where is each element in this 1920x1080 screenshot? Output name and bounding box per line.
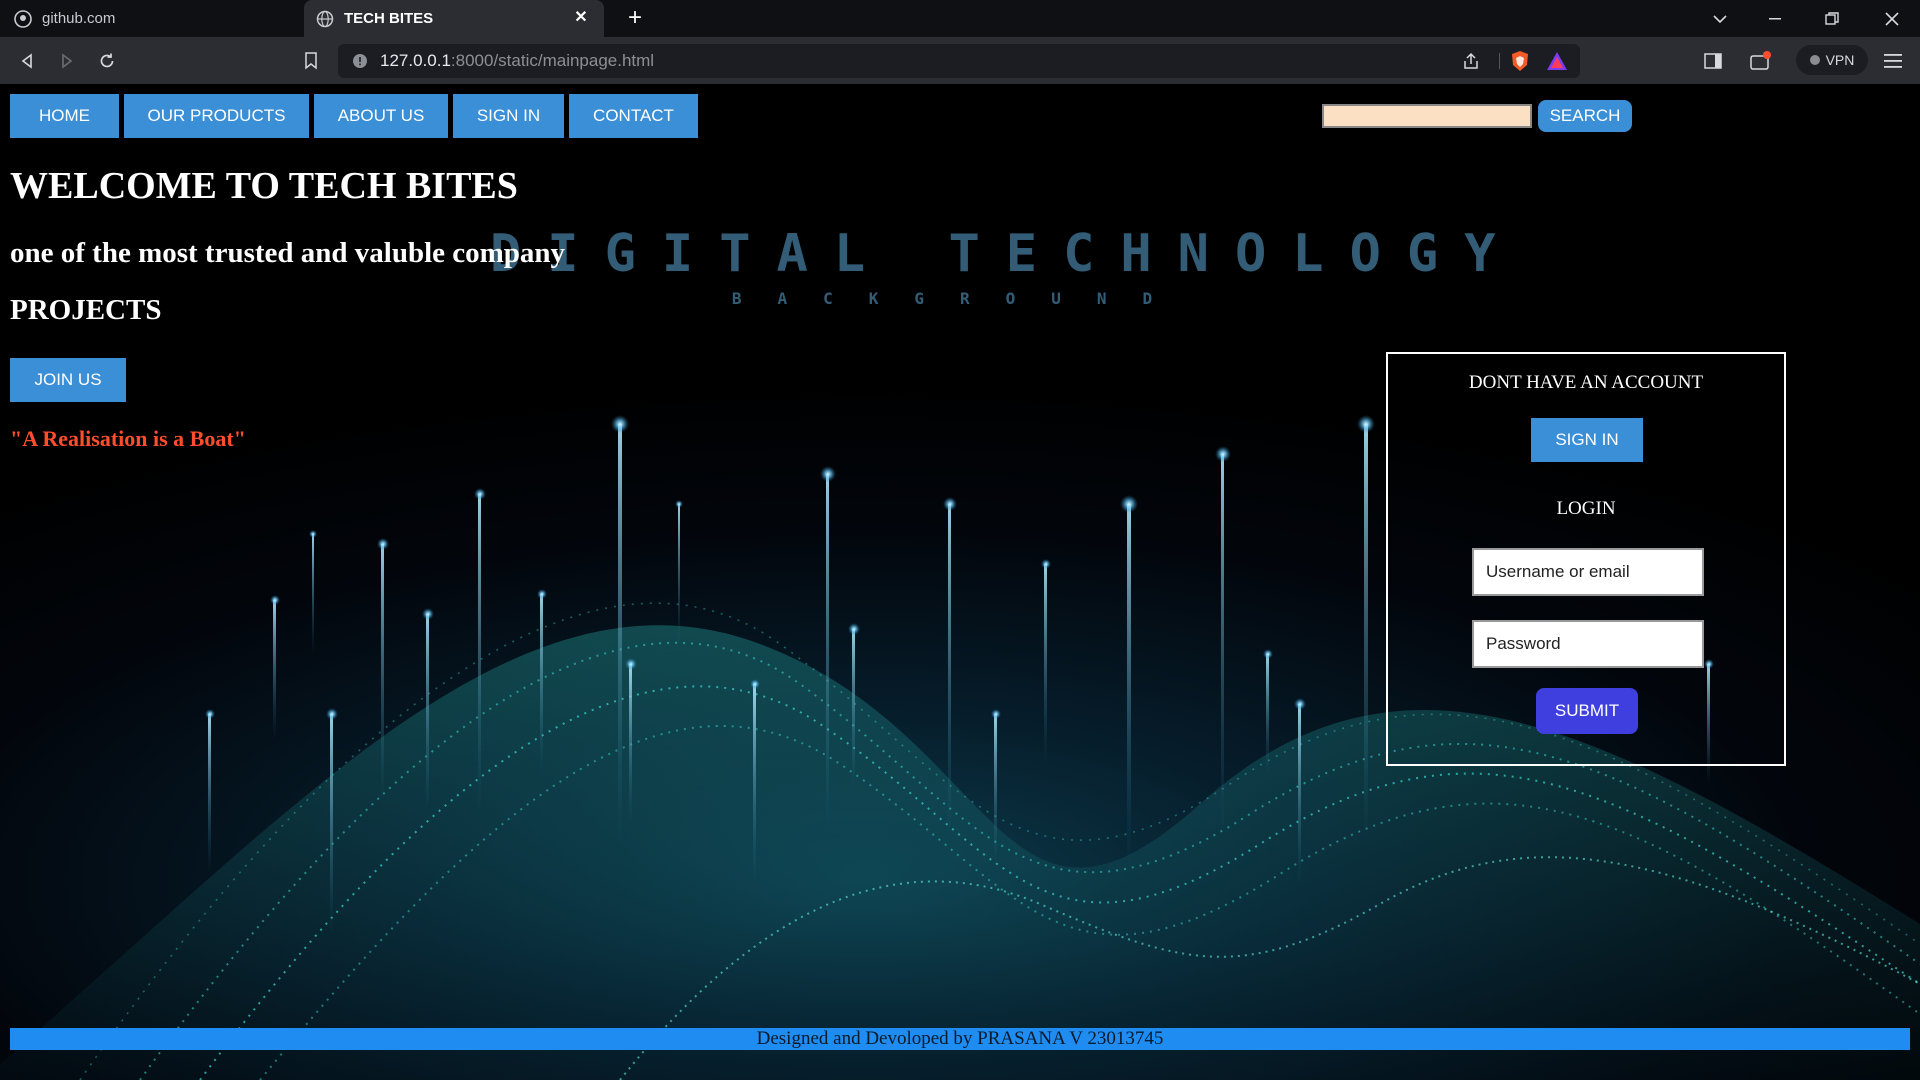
tab-github[interactable]: github.com	[0, 0, 300, 37]
bookmark-icon[interactable]	[296, 46, 326, 76]
reload-icon[interactable]	[92, 46, 122, 76]
github-icon	[14, 9, 32, 28]
footer-credit: Designed and Devoloped by PRASANA V 2301…	[10, 1028, 1910, 1050]
share-icon[interactable]	[1462, 52, 1480, 75]
main-nav: HOME OUR PRODUCTS ABOUT US SIGN IN CONTA…	[10, 94, 698, 138]
nav-contact[interactable]: CONTACT	[569, 94, 698, 138]
projects-heading: PROJECTS	[10, 294, 162, 326]
tab-list-chevron-icon[interactable]	[1694, 0, 1746, 37]
vpn-status-dot	[1809, 55, 1820, 65]
nav-about-us[interactable]: ABOUT US	[314, 94, 448, 138]
nav-our-products[interactable]: OUR PRODUCTS	[124, 94, 309, 138]
tab-title: github.com	[42, 10, 116, 27]
nav-sign-in[interactable]: SIGN IN	[453, 94, 564, 138]
submit-button[interactable]: SUBMIT	[1536, 688, 1638, 734]
panel-sign-in-button[interactable]: SIGN IN	[1531, 418, 1643, 462]
brave-rewards-icon[interactable]	[1546, 51, 1568, 76]
new-tab-button[interactable]: +	[621, 4, 649, 32]
tab-title: TECH BITES	[344, 10, 434, 27]
browser-tab-bar: github.com TECH BITES ✕ +	[0, 0, 1920, 37]
page-subtitle: one of the most trusted and valuble comp…	[10, 237, 566, 269]
login-panel: DONT HAVE AN ACCOUNT SIGN IN LOGIN Usern…	[1386, 352, 1786, 766]
search-input[interactable]	[1322, 104, 1532, 128]
wallet-icon[interactable]	[1746, 46, 1776, 76]
close-window-icon[interactable]	[1866, 0, 1918, 37]
vpn-button[interactable]: VPN	[1796, 45, 1868, 75]
username-field[interactable]: Username or email	[1472, 548, 1704, 596]
browser-toolbar: 127.0.0.1:8000/static/mainpage.html VPN	[0, 37, 1920, 84]
background-title-text: DIGITAL TECHNOLOGY	[490, 224, 1522, 284]
brave-shield-icon[interactable]	[1510, 50, 1530, 77]
no-account-heading: DONT HAVE AN ACCOUNT	[1468, 372, 1704, 393]
join-us-button[interactable]: JOIN US	[10, 358, 126, 402]
login-heading: LOGIN	[1556, 498, 1616, 519]
address-bar[interactable]: 127.0.0.1:8000/static/mainpage.html	[338, 44, 1580, 78]
tab-tech-bites[interactable]: TECH BITES ✕	[304, 0, 604, 37]
background-subtitle-text: BACKGROUND	[731, 289, 1189, 308]
menu-icon[interactable]	[1878, 46, 1908, 76]
minimize-icon[interactable]	[1750, 0, 1802, 37]
tagline-quote: "A Realisation is a Boat"	[10, 426, 246, 451]
restore-icon[interactable]	[1806, 0, 1858, 37]
search-button[interactable]: SEARCH	[1538, 100, 1632, 132]
divider	[1499, 53, 1500, 69]
page-title: WELCOME TO TECH BITES	[10, 165, 518, 207]
nav-home[interactable]: HOME	[10, 94, 119, 138]
password-field[interactable]: Password	[1472, 620, 1704, 668]
globe-icon	[316, 10, 334, 28]
site-info-icon[interactable]	[352, 53, 368, 69]
close-tab-icon[interactable]: ✕	[572, 9, 590, 27]
page-viewport: DIGITAL TECHNOLOGY BACKGROUND HOME OUR P…	[0, 84, 1920, 1080]
url-text: 127.0.0.1:8000/static/mainpage.html	[380, 51, 655, 70]
forward-icon[interactable]	[52, 46, 82, 76]
back-icon[interactable]	[12, 46, 42, 76]
sidebar-toggle-icon[interactable]	[1698, 46, 1728, 76]
